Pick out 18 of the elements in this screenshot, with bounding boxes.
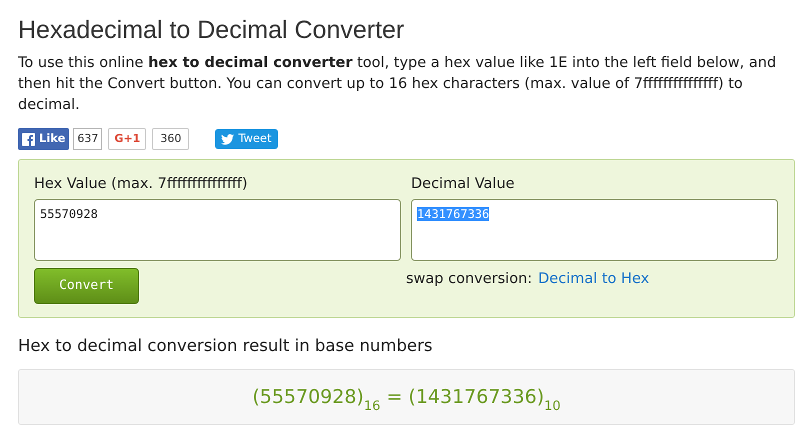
field-label: Hex Value (max. 7fffffffffffffff)	[34, 175, 249, 194]
facebook-icon	[22, 132, 35, 146]
bird-icon	[221, 134, 234, 144]
hex-input-field[interactable]: 55570928	[34, 199, 401, 261]
conversion-result: (55570928)$_{16}$ = (1431767336)$_{10}$	[252, 384, 561, 412]
tweet-button[interactable]: Tweet	[215, 129, 278, 149]
google-plus-button[interactable]: G+1	[108, 128, 146, 150]
page-title: Hexadecimal to Decimal Converter	[18, 15, 406, 46]
field-label: Decimal Value	[411, 175, 516, 194]
like-count: 637	[73, 128, 102, 150]
convert-button[interactable]: Convert	[34, 268, 139, 304]
decimal-output-field[interactable]: 1431767336	[411, 199, 778, 261]
swap-label: swap conversion:	[406, 270, 532, 289]
result-heading: Hex to decimal conversion result in base numbers	[18, 335, 434, 357]
decimal-to-hex-link[interactable]: Decimal to Hex	[538, 269, 650, 291]
plus-one-count: 360	[152, 128, 190, 150]
intro-paragraph: To use this online hex to decimal converter tool, type a hex value like 1E into the left field below, and then hit the Convert button. You can convert up to 16 hex characters (max. value of 7fffffffffffffff) to decimal.	[18, 54, 778, 115]
like-button[interactable]: Like	[18, 128, 70, 150]
